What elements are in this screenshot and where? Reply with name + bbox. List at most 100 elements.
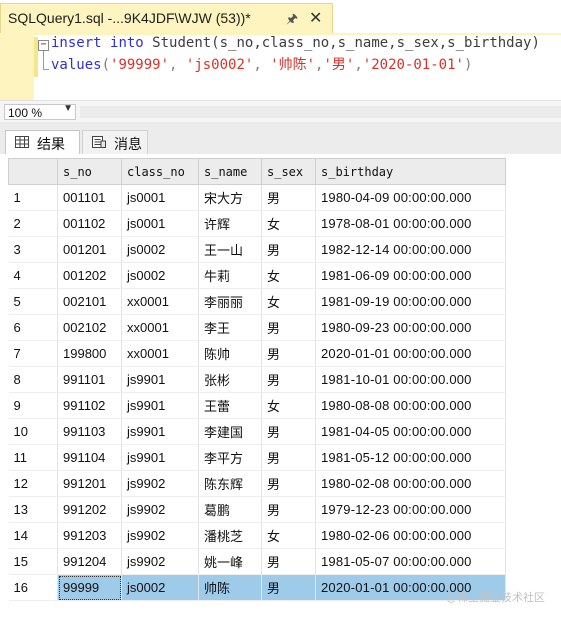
table-row[interactable]: 3 001201 js0002 王一山男 1982-12-14 00:00:00.000 — [8, 236, 506, 263]
row-number[interactable]: 5 — [8, 288, 58, 315]
cell-s-name[interactable]: 牛莉 — [198, 262, 262, 289]
table-row[interactable]: 4 001202 js0002 牛莉女 1981-06-09 00:00:00.000 — [8, 262, 506, 289]
cell-s-sex[interactable]: 男 — [261, 314, 316, 341]
cell-s-birthday[interactable]: 1981-05-12 00:00:00.000 — [315, 444, 506, 471]
row-number[interactable]: 7 — [8, 340, 58, 367]
cell-s-name[interactable]: 张彬 — [198, 366, 262, 393]
cell-class-no[interactable]: js9902 — [121, 470, 199, 497]
column-header[interactable]: s_birthday — [315, 158, 506, 185]
cell-s-sex[interactable]: 女 — [261, 262, 316, 289]
cell-s-sex[interactable]: 女 — [261, 392, 316, 419]
cell-s-sex[interactable]: 男 — [261, 470, 316, 497]
cell-s-sex[interactable]: 男 — [261, 574, 316, 601]
table-row[interactable]: 8 991101 js9901 张彬男 1981-10-01 00:00:00.000 — [8, 366, 506, 393]
cell-s-no[interactable]: 001101 — [57, 184, 122, 211]
cell-class-no[interactable]: js0001 — [121, 210, 199, 237]
cell-s-sex[interactable]: 女 — [261, 522, 316, 549]
cell-s-name[interactable]: 宋大方 — [198, 184, 262, 211]
row-number[interactable]: 13 — [8, 496, 58, 523]
cell-s-name[interactable]: 葛鹏 — [198, 496, 262, 523]
cell-s-birthday[interactable]: 2020-01-01 00:00:00.000 — [315, 340, 506, 367]
column-header[interactable]: class_no — [121, 158, 199, 185]
cell-s-name[interactable]: 王一山 — [198, 236, 262, 263]
cell-s-birthday[interactable]: 1980-02-06 00:00:00.000 — [315, 522, 506, 549]
cell-s-birthday[interactable]: 1981-09-19 00:00:00.000 — [315, 288, 506, 315]
table-row[interactable]: 1 001101 js0001 宋大方男 1980-04-09 00:00:00.000 — [8, 184, 506, 211]
cell-s-name[interactable]: 李王 — [198, 314, 262, 341]
cell-s-name[interactable]: 王蕾 — [198, 392, 262, 419]
table-row[interactable]: 13 991202 js9902 葛鹏男 1979-12-23 00:00:00.000 — [8, 496, 506, 523]
cell-s-no[interactable]: 991103 — [57, 418, 122, 445]
table-row[interactable]: 6 002102 xx0001 李王男 1980-09-23 00:00:00.000 — [8, 314, 506, 341]
table-row[interactable]: 15 991204 js9902 姚一峰男 1981-05-07 00:00:00.00… — [8, 548, 506, 575]
cell-s-birthday[interactable]: 1981-10-01 00:00:00.000 — [315, 366, 506, 393]
cell-s-name[interactable]: 陈帅 — [198, 340, 262, 367]
row-number[interactable]: 8 — [8, 366, 58, 393]
cell-s-birthday[interactable]: 1980-09-23 00:00:00.000 — [315, 314, 506, 341]
cell-s-name[interactable]: 陈东辉 — [198, 470, 262, 497]
cell-s-name[interactable]: 李平方 — [198, 444, 262, 471]
cell-s-no[interactable]: 991202 — [57, 496, 122, 523]
cell-class-no[interactable]: js9902 — [121, 548, 199, 575]
column-header[interactable]: s_no — [57, 158, 122, 185]
row-number[interactable]: 14 — [8, 522, 58, 549]
row-number[interactable]: 11 — [8, 444, 58, 471]
cell-s-birthday[interactable]: 1981-05-07 00:00:00.000 — [315, 548, 506, 575]
cell-s-no[interactable]: 991101 — [57, 366, 122, 393]
cell-class-no[interactable]: xx0001 — [121, 340, 199, 367]
collapse-icon[interactable]: − — [38, 40, 49, 51]
cell-s-sex[interactable]: 男 — [261, 184, 316, 211]
cell-class-no[interactable]: js9901 — [121, 444, 199, 471]
table-row[interactable]: 10 991103 js9901 李建国男 1981-04-05 00:00:00.00… — [8, 418, 506, 445]
row-number[interactable]: 4 — [8, 262, 58, 289]
cell-class-no[interactable]: js9902 — [121, 522, 199, 549]
cell-s-birthday[interactable]: 1981-06-09 00:00:00.000 — [315, 262, 506, 289]
cell-s-no[interactable]: 001202 — [57, 262, 122, 289]
row-number[interactable]: 6 — [8, 314, 58, 341]
cell-s-birthday[interactable]: 1980-04-09 00:00:00.000 — [315, 184, 506, 211]
cell-s-name[interactable]: 姚一峰 — [198, 548, 262, 575]
row-number[interactable]: 15 — [8, 548, 58, 575]
cell-s-sex[interactable]: 男 — [261, 236, 316, 263]
cell-s-no[interactable]: 001102 — [57, 210, 122, 237]
corner-cell[interactable] — [8, 158, 58, 185]
table-row[interactable]: 12 991201 js9902 陈东辉男 1980-02-08 00:00:00.00… — [8, 470, 506, 497]
cell-s-birthday[interactable]: 1979-12-23 00:00:00.000 — [315, 496, 506, 523]
cell-s-no[interactable]: 99999 — [57, 574, 122, 601]
cell-s-name[interactable]: 李建国 — [198, 418, 262, 445]
cell-class-no[interactable]: js0002 — [121, 236, 199, 263]
cell-s-no[interactable]: 002101 — [57, 288, 122, 315]
column-header[interactable]: s_sex — [261, 158, 316, 185]
cell-class-no[interactable]: xx0001 — [121, 288, 199, 315]
table-row[interactable]: 9 991102 js9901 王蕾女 1980-08-08 00:00:00.000 — [8, 392, 506, 419]
row-number[interactable]: 9 — [8, 392, 58, 419]
close-icon[interactable]: ✕ — [309, 8, 322, 28]
query-tab[interactable]: SQLQuery1.sql -...9K4JDF\WJW (53))* 🖈 ✕ — [0, 3, 333, 34]
table-row[interactable]: 2 001102 js0001 许辉女 1978-08-01 00:00:00.000 — [8, 210, 506, 237]
cell-class-no[interactable]: js0002 — [121, 262, 199, 289]
cell-s-name[interactable]: 潘桃芝 — [198, 522, 262, 549]
table-row[interactable]: 7 199800 xx0001 陈帅男 2020-01-01 00:00:00.000 — [8, 340, 506, 367]
row-number[interactable]: 16 — [8, 574, 58, 601]
pin-icon[interactable]: 🖈 — [286, 10, 298, 32]
cell-class-no[interactable]: js9902 — [121, 496, 199, 523]
row-number[interactable]: 10 — [8, 418, 58, 445]
chevron-down-icon[interactable]: ▼ — [63, 103, 73, 114]
cell-s-no[interactable]: 199800 — [57, 340, 122, 367]
cell-s-name[interactable]: 李丽丽 — [198, 288, 262, 315]
table-row[interactable]: 16 99999 js0002 帅陈男 2020-01-01 00:00:00.000 — [8, 574, 506, 601]
cell-class-no[interactable]: xx0001 — [121, 314, 199, 341]
cell-s-sex[interactable]: 女 — [261, 288, 316, 315]
cell-s-birthday[interactable]: 1980-02-08 00:00:00.000 — [315, 470, 506, 497]
cell-s-no[interactable]: 991201 — [57, 470, 122, 497]
column-header[interactable]: s_name — [198, 158, 262, 185]
table-row[interactable]: 5 002101 xx0001 李丽丽女 1981-09-19 00:00:00.000 — [8, 288, 506, 315]
cell-class-no[interactable]: js0001 — [121, 184, 199, 211]
cell-s-sex[interactable]: 男 — [261, 366, 316, 393]
cell-s-birthday[interactable]: 1978-08-01 00:00:00.000 — [315, 210, 506, 237]
cell-s-no[interactable]: 991203 — [57, 522, 122, 549]
cell-s-name[interactable]: 许辉 — [198, 210, 262, 237]
cell-s-birthday[interactable]: 1981-04-05 00:00:00.000 — [315, 418, 506, 445]
tab-results[interactable]: 结果 — [5, 130, 80, 154]
row-number[interactable]: 12 — [8, 470, 58, 497]
